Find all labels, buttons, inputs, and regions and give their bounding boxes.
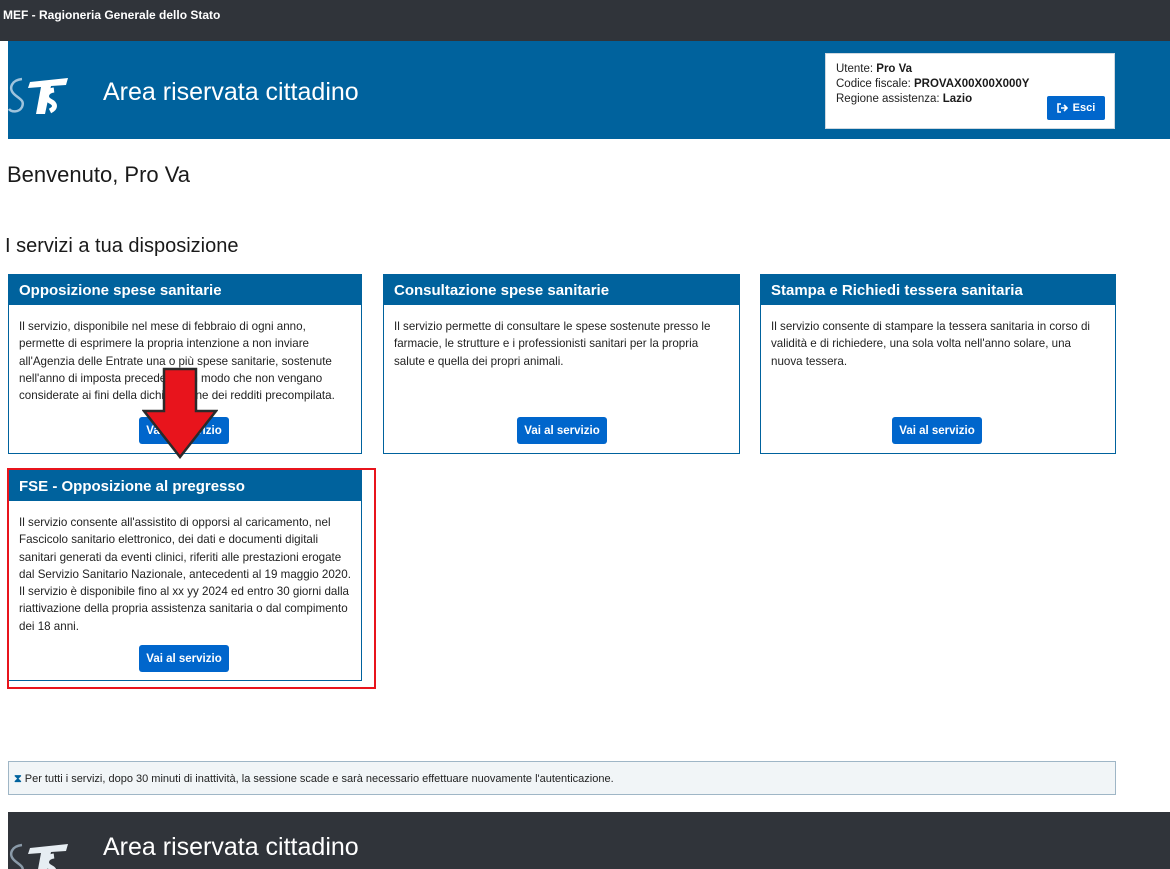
card-description: Il servizio permette di consultare le sp… [394, 320, 711, 368]
session-notice: ⧗ Per tutti i servizi, dopo 30 minuti di … [8, 761, 1116, 795]
logout-label: Esci [1072, 102, 1096, 114]
card-title: Opposizione spese sanitarie [9, 275, 361, 305]
card-description: Il servizio consente di stampare la tess… [771, 320, 1090, 368]
red-arrow-down-icon [142, 367, 218, 459]
service-card-consultazione-spese: Consultazione spese sanitarie Il servizi… [383, 274, 740, 454]
logout-button[interactable]: Esci [1047, 96, 1105, 120]
top-bar-text: MEF - Ragioneria Generale dello Stato [3, 8, 221, 22]
card-title: Consultazione spese sanitarie [384, 275, 739, 305]
service-card-tessera-sanitaria: Stampa e Richiedi tessera sanitaria Il s… [760, 274, 1116, 454]
card-description: Il servizio consente all'assistito di op… [19, 516, 351, 633]
service-button[interactable]: Vai al servizio [517, 417, 607, 444]
sts-logo-icon [8, 77, 68, 114]
service-card-fse-opposizione: FSE - Opposizione al pregresso Il serviz… [8, 470, 362, 681]
card-title: Stampa e Richiedi tessera sanitaria [761, 275, 1115, 305]
card-title: FSE - Opposizione al pregresso [9, 471, 361, 501]
service-button[interactable]: Vai al servizio [892, 417, 982, 444]
sts-logo-icon [10, 843, 68, 869]
header: Area riservata cittadino Utente: Pro Va … [8, 41, 1170, 139]
session-notice-text: Per tutti i servizi, dopo 30 minuti di i… [24, 773, 614, 785]
welcome-heading: Benvenuto, Pro Va [7, 162, 191, 187]
services-heading: I servizi a tua disposizione [5, 235, 239, 257]
hourglass-icon: ⧗ [14, 773, 22, 785]
footer: Area riservata cittadino [8, 812, 1170, 869]
user-name-row: Utente: Pro Va [836, 63, 913, 75]
footer-title: Area riservata cittadino [103, 833, 359, 861]
user-info-box: Utente: Pro Va Codice fiscale: PROVAX00X… [825, 53, 1115, 129]
sign-out-icon [1056, 103, 1068, 113]
top-bar: MEF - Ragioneria Generale dello Stato [0, 0, 1170, 41]
fiscal-code: PROVAX00X00X000Y [913, 78, 1030, 90]
user-name: Pro Va [876, 63, 913, 75]
fiscal-code-row: Codice fiscale: PROVAX00X00X000Y [836, 78, 1030, 90]
app-title: Area riservata cittadino [103, 78, 359, 106]
region-value: Lazio [942, 93, 973, 105]
service-button[interactable]: Vai al servizio [139, 645, 229, 672]
